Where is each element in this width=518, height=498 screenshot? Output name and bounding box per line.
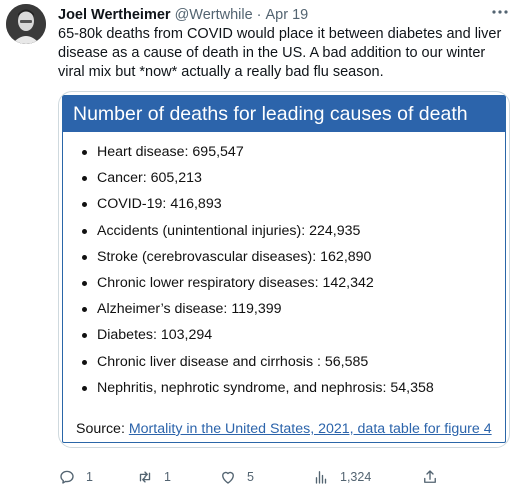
avatar[interactable] (6, 4, 46, 44)
action-bar: 1 1 5 1,324 (58, 467, 510, 487)
list-item: Chronic lower respiratory diseases: 142,… (63, 273, 505, 299)
deaths-table-image: Number of deaths for leading causes of d… (62, 95, 506, 443)
list-item: Diabetes: 103,294 (63, 325, 505, 351)
retweet-icon (136, 468, 154, 486)
views-icon (312, 468, 330, 486)
source-link[interactable]: Mortality in the United States, 2021, da… (129, 421, 492, 437)
tweet-text: 65-80k deaths from COVID would place it … (58, 26, 502, 80)
list-item: Nephritis, nephrotic syndrome, and nephr… (63, 378, 505, 404)
tweet-date[interactable]: Apr 19 (266, 7, 309, 23)
retweet-count: 1 (164, 470, 171, 484)
list-item: COVID-19: 416,893 (63, 194, 505, 220)
like-icon (219, 468, 237, 486)
list-item: Heart disease: 695,547 (63, 142, 505, 168)
share-button[interactable] (421, 467, 439, 487)
list-item: Cancer: 605,213 (63, 168, 505, 194)
card-title: Number of deaths for leading causes of d… (63, 96, 505, 132)
more-horizontal-icon[interactable] (490, 4, 510, 20)
causes-list: Heart disease: 695,547 Cancer: 605,213 C… (63, 142, 505, 404)
tweet: Joel Wertheimer @Wertwhile · Apr 19 65-8… (0, 0, 518, 498)
views-button[interactable]: 1,324 (312, 467, 371, 487)
reply-button[interactable]: 1 (58, 467, 93, 487)
author-handle[interactable]: @Wertwhile (175, 7, 253, 23)
author-name[interactable]: Joel Wertheimer (58, 7, 171, 23)
list-item: Alzheimer’s disease: 119,399 (63, 299, 505, 325)
like-count: 5 (247, 470, 254, 484)
source-line: Source: Mortality in the United States, … (76, 420, 492, 438)
share-icon (421, 468, 439, 486)
reply-icon (58, 468, 76, 486)
views-count: 1,324 (340, 470, 372, 484)
source-label: Source: (76, 421, 129, 437)
like-button[interactable]: 5 (219, 467, 254, 487)
retweet-button[interactable]: 1 (136, 467, 171, 487)
list-item: Accidents (unintentional injuries): 224,… (63, 221, 505, 247)
list-item: Stroke (cerebrovascular diseases): 162,8… (63, 247, 505, 273)
media-card[interactable]: Number of deaths for leading causes of d… (58, 91, 510, 448)
separator-dot: · (256, 7, 262, 23)
list-item: Chronic liver disease and cirrhosis : 56… (63, 352, 505, 378)
tweet-header: Joel Wertheimer @Wertwhile · Apr 19 (58, 6, 308, 24)
reply-count: 1 (86, 470, 93, 484)
